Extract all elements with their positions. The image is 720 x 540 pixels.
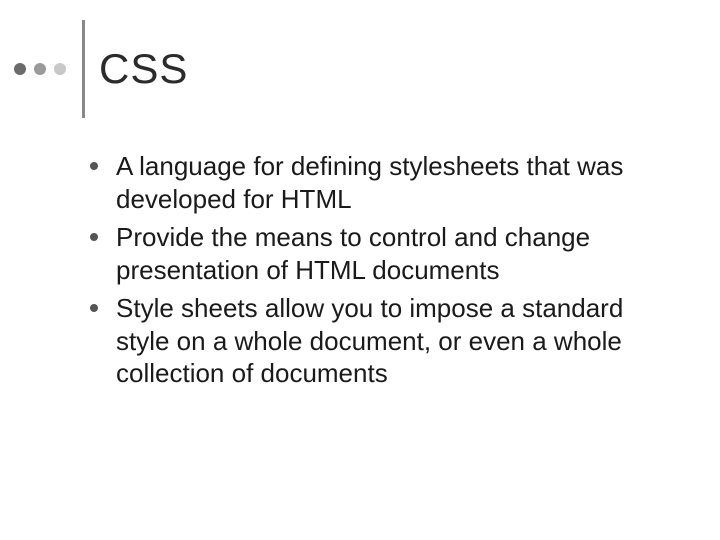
bullet-icon: [90, 233, 98, 241]
list-item: Provide the means to control and change …: [90, 221, 680, 286]
dot-icon: [14, 63, 26, 75]
bullet-icon: [90, 162, 98, 170]
bullet-text: A language for defining stylesheets that…: [116, 150, 680, 215]
dot-icon: [34, 63, 46, 75]
list-item: A language for defining stylesheets that…: [90, 150, 680, 215]
bullet-text: Provide the means to control and change …: [116, 221, 680, 286]
slide-title: CSS: [99, 45, 188, 93]
bullet-icon: [90, 304, 98, 312]
title-divider: [82, 20, 85, 118]
list-item: Style sheets allow you to impose a stand…: [90, 292, 680, 390]
dot-icon: [54, 63, 66, 75]
slide-content: A language for defining stylesheets that…: [90, 150, 680, 396]
slide-header: CSS: [0, 20, 188, 118]
decorative-dots: [14, 63, 66, 75]
bullet-text: Style sheets allow you to impose a stand…: [116, 292, 680, 390]
